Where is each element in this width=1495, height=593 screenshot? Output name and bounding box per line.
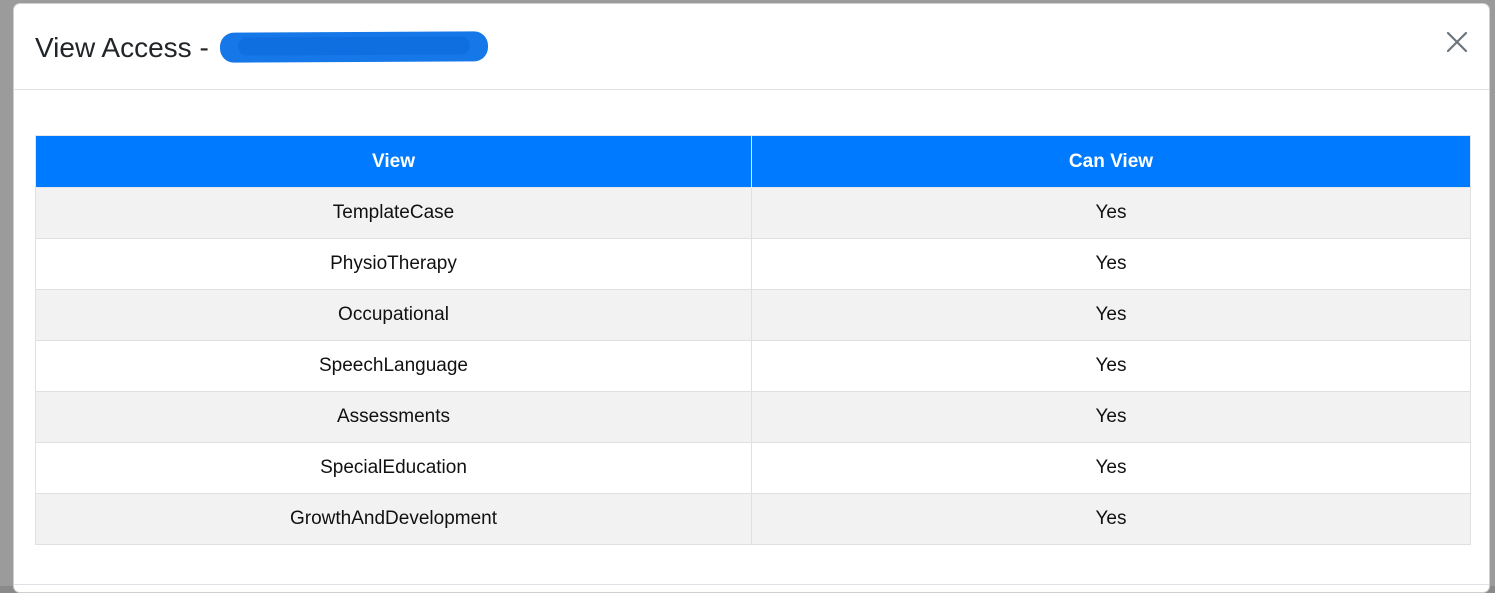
modal-footer-divider <box>14 584 1489 585</box>
can-view-cell: Yes <box>751 391 1471 443</box>
column-header-view: View <box>35 135 752 188</box>
view-cell: TemplateCase <box>35 187 752 239</box>
can-view-cell: Yes <box>751 442 1471 494</box>
view-cell: GrowthAndDevelopment <box>35 493 752 545</box>
redacted-name-mark <box>219 31 489 63</box>
view-access-modal: View Access - View Can View TemplateCase… <box>13 3 1490 593</box>
view-cell: Assessments <box>35 391 752 443</box>
close-button[interactable] <box>1443 28 1471 56</box>
can-view-cell: Yes <box>751 238 1471 290</box>
can-view-cell: Yes <box>751 289 1471 341</box>
table-row: GrowthAndDevelopment Yes <box>35 493 1471 545</box>
close-icon <box>1443 28 1471 56</box>
view-cell: Occupational <box>35 289 752 341</box>
can-view-cell: Yes <box>751 187 1471 239</box>
access-table: View Can View TemplateCase Yes PhysioThe… <box>35 135 1471 545</box>
column-header-can-view: Can View <box>751 135 1471 188</box>
table-row: SpecialEducation Yes <box>35 442 1471 494</box>
table-row: Assessments Yes <box>35 391 1471 443</box>
view-cell: SpeechLanguage <box>35 340 752 392</box>
table-row: Occupational Yes <box>35 289 1471 341</box>
table-header-row: View Can View <box>35 135 1471 188</box>
view-cell: PhysioTherapy <box>35 238 752 290</box>
modal-title: View Access - <box>35 32 209 63</box>
can-view-cell: Yes <box>751 340 1471 392</box>
table-row: SpeechLanguage Yes <box>35 340 1471 392</box>
table-row: PhysioTherapy Yes <box>35 238 1471 290</box>
table-row: TemplateCase Yes <box>35 187 1471 239</box>
can-view-cell: Yes <box>751 493 1471 545</box>
modal-header: View Access - <box>14 4 1489 90</box>
view-cell: SpecialEducation <box>35 442 752 494</box>
